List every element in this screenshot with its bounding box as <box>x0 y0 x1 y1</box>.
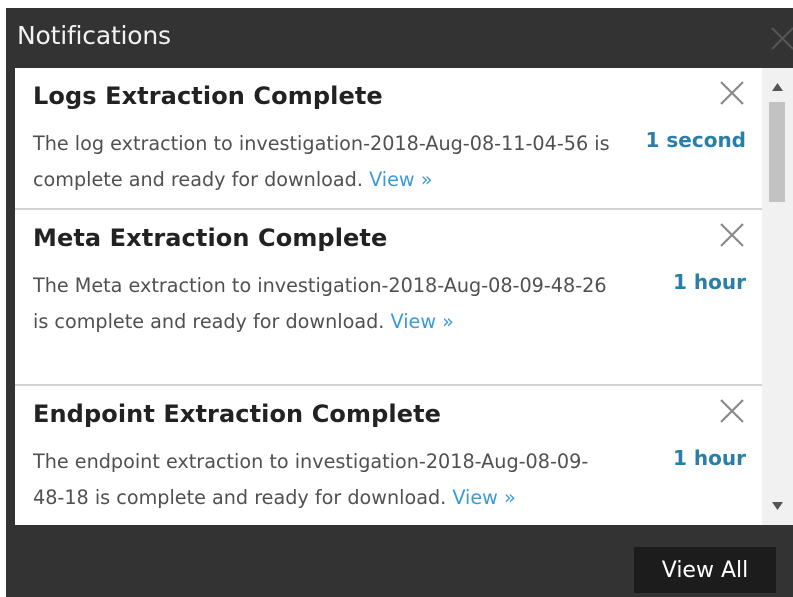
notification-message: The Meta extraction to investigation-201… <box>33 268 613 340</box>
notifications-panel: Notifications Logs Extraction Complete T… <box>6 8 793 597</box>
scroll-thumb[interactable] <box>769 102 785 202</box>
arrow-up-icon[interactable] <box>762 76 793 98</box>
notification-list[interactable]: Logs Extraction Complete The log extract… <box>15 68 762 525</box>
view-all-button[interactable]: View All <box>634 547 776 593</box>
notification-time: 1 hour <box>673 446 746 470</box>
notification-message: The log extraction to investigation-2018… <box>33 126 613 198</box>
panel-header: Notifications <box>6 8 793 68</box>
close-icon[interactable] <box>717 396 747 426</box>
scrollbar[interactable] <box>762 68 793 525</box>
arrow-down-icon[interactable] <box>762 495 793 517</box>
panel-footer: View All <box>6 525 793 597</box>
notification-title: Endpoint Extraction Complete <box>33 400 442 428</box>
notification-title: Logs Extraction Complete <box>33 82 383 110</box>
panel-title: Notifications <box>17 21 171 50</box>
notification-item: Endpoint Extraction Complete The endpoin… <box>15 386 762 525</box>
notification-time: 1 second <box>645 128 747 152</box>
view-link[interactable]: View » <box>369 168 432 191</box>
notification-time: 1 hour <box>673 270 746 294</box>
view-link[interactable]: View » <box>452 486 515 509</box>
view-link[interactable]: View » <box>390 310 453 333</box>
close-icon[interactable] <box>762 18 793 54</box>
notification-item: Meta Extraction Complete The Meta extrac… <box>15 210 762 386</box>
notification-title: Meta Extraction Complete <box>33 224 388 252</box>
close-icon[interactable] <box>717 220 747 250</box>
message-text: The log extraction to investigation-2018… <box>33 132 610 191</box>
notification-message: The endpoint extraction to investigation… <box>33 444 613 516</box>
notification-item: Logs Extraction Complete The log extract… <box>15 68 762 210</box>
message-text: The Meta extraction to investigation-201… <box>33 274 607 333</box>
close-icon[interactable] <box>717 78 747 108</box>
